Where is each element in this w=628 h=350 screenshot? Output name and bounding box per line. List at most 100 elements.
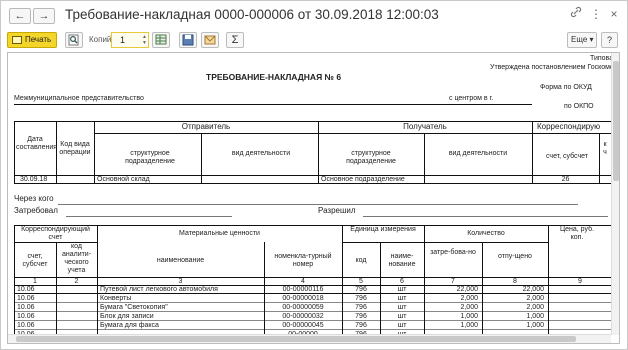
sub-item-no: номенкла-турный номер <box>274 253 332 268</box>
table-cell-code: 796 <box>355 286 367 293</box>
print-label: Печать <box>25 35 52 44</box>
col-receiver-activity: вид деятельности <box>448 150 508 157</box>
sub-account: счет, субсчет <box>22 253 48 268</box>
vertical-scrollbar[interactable] <box>611 53 619 335</box>
envelope-icon <box>204 35 216 45</box>
table-cell-name: Путевой лист легкового автомобиля <box>100 286 218 293</box>
table-cell-num: 00-00000116 <box>282 286 324 293</box>
back-button[interactable]: ← <box>9 8 31 24</box>
copies-value: 1 <box>120 35 126 45</box>
allowed-label: Разрешил <box>318 206 356 215</box>
table-cell-code: 796 <box>355 295 367 302</box>
table-cell-name: Блок для записи <box>100 313 154 320</box>
col-sender-activity: вид деятельности <box>231 150 291 157</box>
horizontal-scrollbar[interactable] <box>8 334 611 343</box>
table-cell-rel: 22,000 <box>522 286 544 293</box>
scroll-thumb[interactable] <box>613 61 619 181</box>
sum-button[interactable]: Σ <box>226 32 244 48</box>
table-cell-num: 00-00000032 <box>282 313 324 320</box>
col-receiver-unit: структурное подразделение <box>346 150 396 165</box>
organization: Межмуниципальное представительство <box>14 95 144 102</box>
column-number: 5 <box>359 278 363 285</box>
copies-label: Копий: <box>89 35 114 44</box>
printer-icon <box>12 36 22 44</box>
table-cell-unit: шт <box>397 286 407 293</box>
column-number: 3 <box>178 278 183 285</box>
okud-label: Форма по ОКУД <box>540 84 592 91</box>
column-number: 9 <box>578 278 582 285</box>
col-corr-account: Корреспондирующий счет <box>21 226 90 241</box>
floppy-icon <box>182 34 194 46</box>
email-button[interactable] <box>201 32 219 48</box>
sub-requested: затре-бова-но <box>430 249 476 256</box>
col-account: счет, субсчет <box>546 153 588 160</box>
col-op-code: Код вида операции <box>59 141 91 156</box>
col-corr: Корреспондирую <box>537 122 601 131</box>
close-icon[interactable]: × <box>607 6 621 22</box>
value-date: 30.09.18 <box>20 176 48 183</box>
table-cell-unit: шт <box>397 304 407 311</box>
print-button[interactable]: Печать <box>7 32 57 48</box>
table-cell-num: 00-00000045 <box>282 322 324 329</box>
table-cell-acc: 10.06 <box>17 313 35 320</box>
sub-released: отпу-щено <box>498 253 532 260</box>
table-cell-req: 2,000 <box>460 304 478 311</box>
table-cell-rel: 1,000 <box>526 322 544 329</box>
col-unit: Единица измерения <box>350 226 416 233</box>
save-button[interactable] <box>179 32 197 48</box>
requested-label: Затребовал <box>14 206 58 215</box>
value-account: 26 <box>561 176 570 183</box>
table-cell-name: Конверты <box>100 295 132 302</box>
col-sender: Отправитель <box>181 122 231 131</box>
value-receiver-unit: Основное подразделение <box>321 176 405 183</box>
preview-button[interactable] <box>65 32 83 48</box>
print-form-window: ← → Требование-накладная 0000-000006 от … <box>0 0 628 350</box>
table-cell-code: 796 <box>355 304 367 311</box>
column-number: 6 <box>400 278 404 285</box>
value-sender-unit: Основной склад <box>97 176 150 183</box>
col-price: Цена, руб. коп. <box>559 226 595 241</box>
col-quantity: Количество <box>467 230 505 237</box>
column-number: 4 <box>301 278 305 285</box>
scroll-thumb[interactable] <box>16 336 576 342</box>
more-button[interactable]: Еще ▾ <box>567 32 597 48</box>
kebab-icon[interactable]: ⋮ <box>589 6 603 22</box>
document-area[interactable]: Типовая м Утверждена постановлением Госк… <box>7 52 620 344</box>
table-edit-button[interactable] <box>152 32 170 48</box>
table-cell-rel: 2,000 <box>526 295 544 302</box>
link-icon[interactable] <box>569 6 583 22</box>
table-cell-acc: 10.06 <box>17 322 35 329</box>
table-cell-unit: шт <box>397 295 407 302</box>
org-underline <box>14 104 532 105</box>
col-date: Дата составления <box>16 136 58 151</box>
sub-name: наименование <box>156 257 205 264</box>
table-cell-rel: 1,000 <box>526 313 544 320</box>
toolbar: Печать Копий: 1 ▲ ▼ Σ Еще ▾ ? <box>1 29 627 51</box>
sub-unit-name: наиме-нование <box>388 253 416 268</box>
table-cell-num: 00-00000018 <box>282 295 324 302</box>
forward-button[interactable]: → <box>33 8 55 24</box>
table-cell-unit: шт <box>397 322 407 329</box>
table-cell-code: 796 <box>355 322 367 329</box>
table-cell-name: Бумага для факса <box>100 322 159 329</box>
doc-title: ТРЕБОВАНИЕ-НАКЛАДНАЯ № 6 <box>206 72 342 82</box>
title-bar: ← → Требование-накладная 0000-000006 от … <box>1 1 627 29</box>
col-receiver: Получатель <box>403 122 447 131</box>
table-cell-req: 2,000 <box>460 295 478 302</box>
approval-note: Утверждена постановлением Госкомс <box>490 64 614 71</box>
help-button[interactable]: ? <box>601 32 618 48</box>
copies-spinner[interactable]: 1 ▲ ▼ <box>111 32 149 48</box>
sub-analytic: код аналити-ческого учета <box>61 243 92 274</box>
through-label: Через кого <box>14 194 54 203</box>
table-cell-req: 1,000 <box>460 313 478 320</box>
okpo-label: по ОКПО <box>564 103 594 110</box>
spinner-arrows-icon[interactable]: ▲ ▼ <box>142 34 147 46</box>
col-k: к ч <box>603 141 607 156</box>
table-icon <box>155 34 167 45</box>
table-cell-rel: 2,000 <box>526 304 544 311</box>
sub-code: код <box>355 257 367 264</box>
column-number: 7 <box>451 278 455 285</box>
table-cell-acc: 10.06 <box>17 295 35 302</box>
col-mat-values: Материальные ценности <box>179 230 260 237</box>
window-title: Требование-накладная 0000-000006 от 30.0… <box>65 7 439 22</box>
